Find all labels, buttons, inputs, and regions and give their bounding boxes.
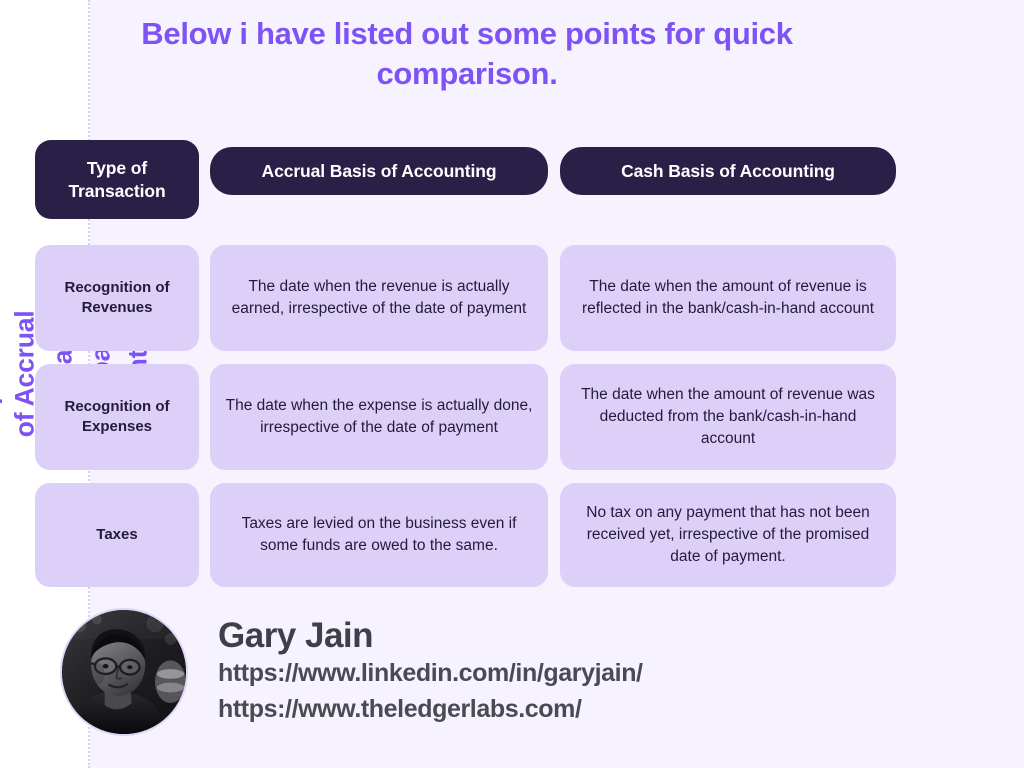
table-header-cash-basis: Cash Basis of Accounting — [560, 147, 896, 195]
author-footer: Gary Jain https://www.linkedin.com/in/ga… — [60, 608, 940, 736]
table-row: Taxes Taxes are levied on the business e… — [35, 483, 928, 587]
cell-accrual-recognition-of-expenses: The date when the expense is actually do… — [210, 364, 548, 470]
table-header-type-of-transaction: Type of Transaction — [35, 140, 199, 219]
cell-cash-recognition-of-revenues: The date when the amount of revenue is r… — [560, 245, 896, 351]
row-label-taxes: Taxes — [35, 483, 199, 587]
table-row: Recognition of Revenues The date when th… — [35, 245, 928, 351]
avatar-photo-icon — [62, 610, 186, 734]
cell-cash-taxes: No tax on any payment that has not been … — [560, 483, 896, 587]
author-name: Gary Jain — [218, 615, 374, 655]
author-link-linkedin[interactable]: https://www.linkedin.com/in/garyjain/ — [218, 655, 643, 691]
page-title: Below i have listed out some points for … — [141, 16, 793, 92]
author-link-website[interactable]: https://www.theledgerlabs.com/ — [218, 691, 643, 727]
table-row: Recognition of Expenses The date when th… — [35, 364, 928, 470]
slide-canvas: A Comparison of Accrual vs. Cash- basis … — [0, 0, 1024, 768]
row-label-recognition-of-expenses: Recognition of Expenses — [35, 364, 199, 470]
table-header-row: Type of Transaction Accrual Basis of Acc… — [35, 140, 928, 219]
cell-accrual-taxes: Taxes are levied on the business even if… — [210, 483, 548, 587]
row-label-recognition-of-revenues: Recognition of Revenues — [35, 245, 199, 351]
cell-cash-recognition-of-expenses: The date when the amount of revenue was … — [560, 364, 896, 470]
author-details: Gary Jain https://www.linkedin.com/in/ga… — [218, 617, 643, 727]
cell-accrual-recognition-of-revenues: The date when the revenue is actually ea… — [210, 245, 548, 351]
table-header-accrual-basis: Accrual Basis of Accounting — [210, 147, 548, 195]
comparison-table: Type of Transaction Accrual Basis of Acc… — [35, 140, 928, 600]
avatar — [60, 608, 188, 736]
